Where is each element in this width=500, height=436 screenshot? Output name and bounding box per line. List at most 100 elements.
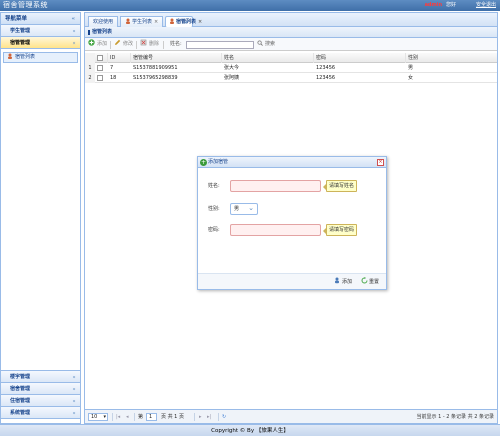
page-number-input[interactable]: 1 <box>146 413 157 421</box>
edit-label: 修改 <box>123 41 134 47</box>
column-divider <box>107 53 108 63</box>
page-total: 页 共 1 页 <box>161 414 184 420</box>
user-icon <box>170 18 174 24</box>
select-all-checkbox[interactable] <box>97 55 103 61</box>
search-input[interactable] <box>186 41 254 49</box>
name-field[interactable] <box>230 180 321 192</box>
gender-select[interactable]: 男 <box>230 203 258 215</box>
column-header[interactable]: 姓名 <box>224 53 234 63</box>
password-label: 密码: <box>208 227 220 233</box>
delete-label: 删除 <box>149 41 160 47</box>
pager-divider <box>218 413 219 421</box>
column-header[interactable]: 性别 <box>408 53 418 63</box>
nav-section-label: 宿管管理 <box>10 40 31 46</box>
search-icon <box>257 40 263 46</box>
row-checkbox[interactable] <box>97 65 103 71</box>
prev-page-icon[interactable]: ◂ <box>126 410 129 424</box>
page-size-select[interactable]: 10 <box>88 413 108 421</box>
record-info: 当前显示 1 - 2 条记录 共 2 条记录 <box>416 414 494 420</box>
column-divider <box>405 53 406 63</box>
table-row[interactable]: 1 7 S1537881909951 张大今 123456 男 <box>85 63 497 73</box>
cell-id: 7 <box>110 65 114 71</box>
column-divider <box>313 53 314 63</box>
nav-section-students[interactable]: 学生管理 » <box>1 25 80 37</box>
user-add-icon <box>335 277 339 284</box>
nav-section-dorms[interactable]: 宿舍管理 » <box>1 383 80 395</box>
grid-title: 宿管列表 <box>85 27 497 38</box>
expand-icon: » <box>70 29 77 33</box>
password-tip: 请填写密码 <box>322 224 358 236</box>
next-page-icon[interactable]: ▸ <box>199 410 202 424</box>
user-icon <box>126 18 130 24</box>
page-prefix: 第 <box>138 414 144 420</box>
dialog-title: 添加宿管 <box>208 159 229 165</box>
username: admin <box>424 2 442 8</box>
edit-button[interactable]: 修改 <box>114 38 133 51</box>
pager-divider <box>134 413 135 421</box>
reset-icon <box>361 277 368 284</box>
column-header[interactable]: 密码 <box>316 53 326 63</box>
cell-gender: 女 <box>408 75 414 81</box>
nav-title-label: 导航菜单 <box>5 16 28 22</box>
user-icon <box>8 53 12 59</box>
data-table: ID 宿管编号 姓名 密码 性别 1 7 S1537881909951 张大今 … <box>85 53 497 83</box>
column-header[interactable]: 宿管编号 <box>133 53 153 63</box>
first-page-icon[interactable]: |◂ <box>116 410 120 424</box>
cell-password: 123456 <box>316 65 336 71</box>
close-icon[interactable]: × <box>154 19 158 25</box>
add-button[interactable]: 添加 <box>88 38 107 51</box>
refresh-icon[interactable]: ↻ <box>222 410 226 424</box>
dialog-reset-button[interactable]: 重置 <box>361 274 379 290</box>
tab-student-list[interactable]: 学生列表 × <box>120 16 164 27</box>
nav-section-label: 住宿管理 <box>10 398 31 404</box>
row-number: 2 <box>85 73 95 83</box>
cell-name: 张大今 <box>224 65 240 71</box>
app-header: 宿舍管理系统 admin 您好 安全退出 <box>0 0 500 11</box>
dialog-add-label: 添加 <box>342 279 353 285</box>
app-title: 宿舍管理系统 <box>3 1 48 9</box>
nav-section-buildings[interactable]: 楼宇管理 » <box>1 371 80 383</box>
cell-name: 张阿姨 <box>224 75 240 81</box>
name-label: 姓名: <box>208 183 220 189</box>
add-icon: + <box>200 159 207 166</box>
toolbar-divider <box>136 41 137 49</box>
cell-password: 123456 <box>316 75 336 81</box>
add-label: 添加 <box>97 41 108 47</box>
nav-section-label: 系统管理 <box>10 410 31 416</box>
nav-section-housing[interactable]: 住宿管理 » <box>1 395 80 407</box>
password-field[interactable] <box>230 224 321 236</box>
cell-id: 18 <box>110 75 117 81</box>
nav-section-managers[interactable]: 宿管管理 « <box>1 37 80 49</box>
logout-link[interactable]: 安全退出 <box>476 2 496 9</box>
gender-label: 性别: <box>208 206 220 212</box>
column-divider <box>221 53 222 63</box>
search-button-label: 搜索 <box>265 41 276 47</box>
toolbar-divider <box>163 41 164 49</box>
sidebar-item-manager-list[interactable]: 宿管列表 <box>3 52 78 63</box>
row-checkbox[interactable] <box>97 75 103 81</box>
tab-welcome[interactable]: 欢迎使用 <box>88 16 119 27</box>
row-number-header <box>85 53 95 63</box>
collapse-icon[interactable]: « <box>71 13 75 25</box>
nav-section-system[interactable]: 系统管理 » <box>1 407 80 419</box>
nav-title: 导航菜单 « <box>1 13 80 25</box>
table-row[interactable]: 2 18 S1537965298839 张阿姨 123456 女 <box>85 73 497 83</box>
cell-code: S1537965298839 <box>133 75 178 81</box>
row-number: 1 <box>85 63 95 73</box>
search-button[interactable]: 搜索 <box>257 38 275 51</box>
name-tip: 请填写姓名 <box>322 180 358 192</box>
last-page-icon[interactable]: ▸| <box>207 410 211 424</box>
cell-code: S1537881909951 <box>133 65 178 71</box>
nav-section-body: 宿管列表 <box>1 49 80 371</box>
tab-label: 宿管列表 <box>176 19 197 25</box>
delete-icon <box>140 39 147 46</box>
page-footer: Copyright © By 【旅果人生】 <box>0 424 500 436</box>
dialog-header: + 添加宿管 × <box>198 157 386 168</box>
tab-label: 欢迎使用 <box>93 19 114 25</box>
close-icon[interactable]: × <box>198 19 202 25</box>
close-icon[interactable]: × <box>377 159 384 166</box>
dialog-add-button[interactable]: 添加 <box>334 274 352 290</box>
nav-section-label: 楼宇管理 <box>10 374 31 380</box>
column-header[interactable]: ID <box>110 53 115 63</box>
delete-button[interactable]: 删除 <box>140 38 159 51</box>
